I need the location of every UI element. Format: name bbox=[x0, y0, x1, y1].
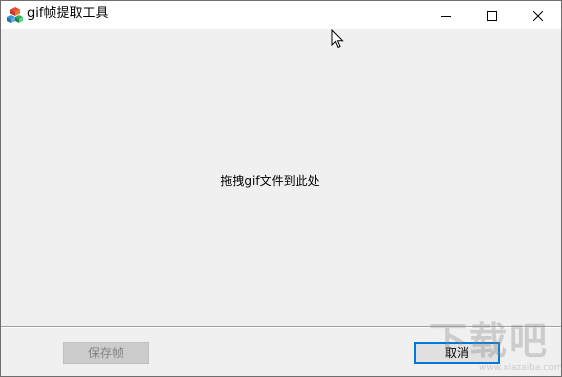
close-button[interactable] bbox=[515, 1, 561, 29]
maximize-button[interactable] bbox=[469, 1, 515, 29]
gif-drop-area[interactable]: 拖拽gif文件到此处 bbox=[1, 28, 561, 326]
title-bar[interactable]: gif帧提取工具 bbox=[1, 1, 561, 29]
maximize-icon bbox=[487, 6, 497, 25]
watermark-text: 下载吧 bbox=[429, 319, 550, 363]
app-window: gif帧提取工具 拖拽gif文件到此处 保存帧 取消 下载吧 www.xiaza… bbox=[0, 0, 562, 377]
watermark-logo: 下载吧 www.xiazaiba.com bbox=[429, 319, 562, 377]
minimize-icon bbox=[441, 6, 451, 25]
close-icon bbox=[532, 6, 544, 25]
mouse-cursor-icon bbox=[331, 28, 345, 49]
app-cubes-icon bbox=[6, 6, 24, 24]
save-frames-button[interactable]: 保存帧 bbox=[63, 342, 149, 364]
watermark-subtext: www.xiazaiba.com bbox=[479, 363, 562, 373]
drop-hint-text: 拖拽gif文件到此处 bbox=[220, 174, 320, 188]
minimize-button[interactable] bbox=[423, 1, 469, 29]
window-title: gif帧提取工具 bbox=[27, 6, 109, 21]
